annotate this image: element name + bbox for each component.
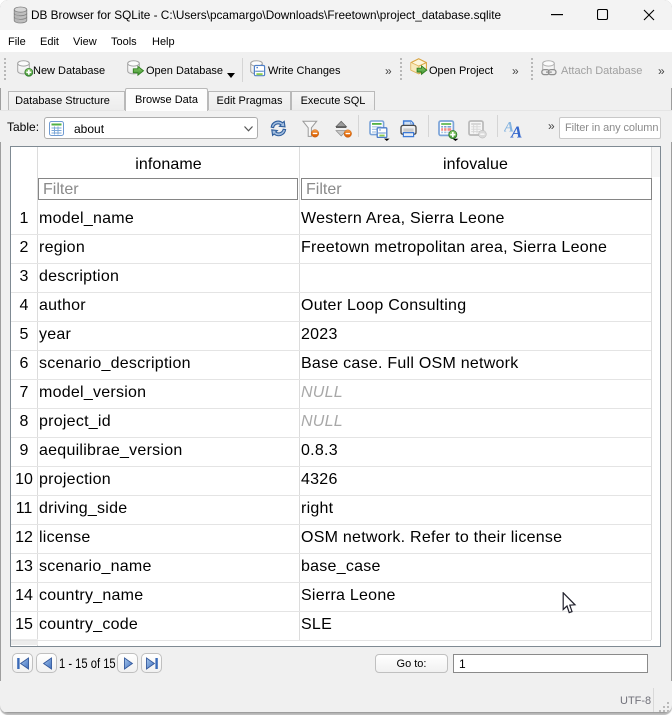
svg-text:A: A	[510, 123, 522, 140]
